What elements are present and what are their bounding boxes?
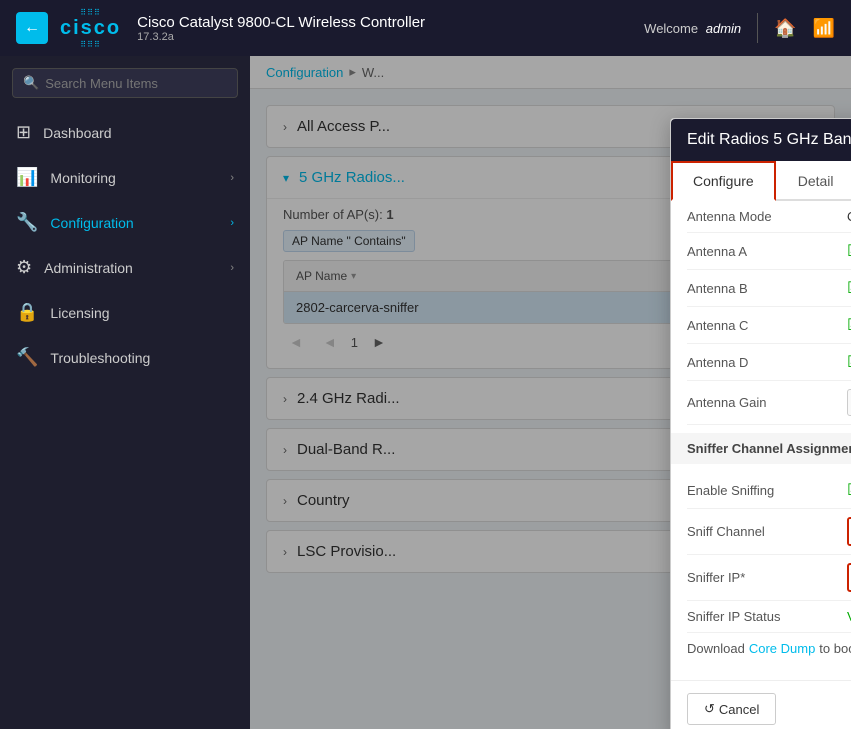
monitoring-icon: 📊	[16, 167, 38, 188]
modal-header: Edit Radios 5 GHz Band	[671, 119, 851, 161]
cisco-logo: ⠿⠿⠿ cisco ⠿⠿⠿	[60, 8, 121, 49]
antenna-c-check: ☑	[847, 315, 851, 335]
home-icon[interactable]: 🏠	[774, 18, 796, 39]
modal-body: Antenna Mode Omni Antenna A ☑ Antenna B …	[671, 201, 851, 680]
cancel-icon: ↺	[704, 701, 715, 717]
search-box[interactable]: 🔍	[12, 68, 238, 98]
welcome-text: Welcome admin	[644, 21, 741, 36]
sidebar-item-administration[interactable]: ⚙ Administration ›	[0, 245, 250, 290]
antenna-d-check: ☑	[847, 352, 851, 372]
antenna-mode-label: Antenna Mode	[687, 209, 847, 224]
chevron-right-icon: ›	[230, 262, 234, 274]
cancel-button[interactable]: ↺ Cancel	[687, 693, 776, 725]
sidebar-item-label: Administration	[44, 260, 218, 276]
sidebar-item-monitoring[interactable]: 📊 Monitoring ›	[0, 155, 250, 200]
field-sniffer-ip-status: Sniffer IP Status Valid	[687, 601, 851, 633]
sidebar-item-label: Monitoring	[50, 170, 218, 186]
app-version: 17.3.2a	[137, 31, 644, 43]
enable-sniffing-label: Enable Sniffing	[687, 483, 847, 498]
download-prefix: Download	[687, 641, 745, 656]
antenna-gain-label: Antenna Gain	[687, 395, 847, 410]
field-antenna-c: Antenna C ☑	[687, 307, 851, 344]
field-antenna-gain: Antenna Gain	[687, 381, 851, 425]
field-antenna-mode: Antenna Mode Omni	[687, 201, 851, 233]
antenna-b-check: ☑	[847, 278, 851, 298]
antenna-c-label: Antenna C	[687, 318, 847, 333]
tab-detail[interactable]: Detail	[776, 161, 851, 201]
search-input[interactable]	[45, 76, 227, 91]
core-dump-link[interactable]: Core Dump	[749, 641, 815, 656]
field-sniffer-ip: Sniffer IP*	[687, 555, 851, 601]
cisco-logo-text: cisco	[60, 17, 121, 40]
header-divider	[757, 13, 758, 43]
field-download: Download Core Dump to bootflash	[687, 633, 851, 664]
antenna-a-label: Antenna A	[687, 244, 847, 259]
field-antenna-d: Antenna D ☑	[687, 344, 851, 381]
sidebar-item-label: Dashboard	[43, 125, 234, 141]
antenna-mode-value: Omni	[847, 209, 851, 224]
licensing-icon: 🔒	[16, 302, 38, 323]
sniffer-ip-status-value: Valid	[847, 609, 851, 624]
header-title: Cisco Catalyst 9800-CL Wireless Controll…	[137, 14, 644, 43]
main-layout: 🔍 ⊞ Dashboard 📊 Monitoring › 🔧 Configura…	[0, 56, 851, 729]
sniff-channel-select-wrapper: 36 40 44 48 149 153 157 161 ▼	[847, 517, 851, 546]
modal-footer: ↺ Cancel	[671, 680, 851, 729]
dashboard-icon: ⊞	[16, 122, 31, 143]
sniffer-ip-status-label: Sniffer IP Status	[687, 609, 847, 624]
edit-radios-modal: Edit Radios 5 GHz Band Configure Detail …	[670, 118, 851, 729]
sidebar-item-label: Troubleshooting	[50, 350, 234, 366]
sniffer-ip-label: Sniffer IP*	[687, 570, 847, 585]
wifi-icon[interactable]: 📶	[813, 18, 835, 39]
cisco-dots-bottom: ⠿⠿⠿	[80, 40, 101, 49]
sniffer-ip-input[interactable]	[847, 563, 851, 592]
back-button[interactable]: ←	[16, 12, 48, 44]
cisco-dots-top: ⠿⠿⠿	[80, 8, 101, 17]
configuration-icon: 🔧	[16, 212, 38, 233]
sidebar-item-dashboard[interactable]: ⊞ Dashboard	[0, 110, 250, 155]
welcome-username: admin	[706, 21, 741, 36]
sniffer-section-header: Sniffer Channel Assignment	[671, 433, 851, 464]
enable-sniffing-check: ☑	[847, 480, 851, 500]
field-sniff-channel: Sniff Channel 36 40 44 48 149 153 157 16…	[687, 509, 851, 555]
sidebar-item-label: Licensing	[50, 305, 234, 321]
antenna-gain-input[interactable]	[847, 389, 851, 416]
modal-tabs: Configure Detail	[671, 161, 851, 201]
download-suffix: to bootflash	[819, 641, 851, 656]
sidebar: 🔍 ⊞ Dashboard 📊 Monitoring › 🔧 Configura…	[0, 56, 250, 729]
cancel-label: Cancel	[719, 702, 759, 717]
app-title: Cisco Catalyst 9800-CL Wireless Controll…	[137, 14, 644, 31]
sidebar-item-configuration[interactable]: 🔧 Configuration ›	[0, 200, 250, 245]
field-antenna-a: Antenna A ☑	[687, 233, 851, 270]
administration-icon: ⚙	[16, 257, 32, 278]
chevron-right-icon: ›	[230, 217, 234, 229]
field-antenna-b: Antenna B ☑	[687, 270, 851, 307]
troubleshooting-icon: 🔨	[16, 347, 38, 368]
chevron-right-icon: ›	[230, 172, 234, 184]
sniff-channel-label: Sniff Channel	[687, 524, 847, 539]
antenna-d-label: Antenna D	[687, 355, 847, 370]
top-header: ← ⠿⠿⠿ cisco ⠿⠿⠿ Cisco Catalyst 9800-CL W…	[0, 0, 851, 56]
search-icon: 🔍	[23, 75, 39, 91]
sidebar-item-troubleshooting[interactable]: 🔨 Troubleshooting	[0, 335, 250, 380]
content-area: Configuration ▸ W... › All Access P... ▾…	[250, 56, 851, 729]
tab-configure[interactable]: Configure	[671, 161, 776, 201]
antenna-a-check: ☑	[847, 241, 851, 261]
field-enable-sniffing: Enable Sniffing ☑	[687, 472, 851, 509]
antenna-b-label: Antenna B	[687, 281, 847, 296]
modal-title: Edit Radios 5 GHz Band	[687, 131, 851, 148]
header-right: Welcome admin 🏠 📶	[644, 13, 835, 43]
sidebar-item-licensing[interactable]: 🔒 Licensing	[0, 290, 250, 335]
sidebar-item-label: Configuration	[50, 215, 218, 231]
back-icon: ←	[24, 19, 40, 37]
